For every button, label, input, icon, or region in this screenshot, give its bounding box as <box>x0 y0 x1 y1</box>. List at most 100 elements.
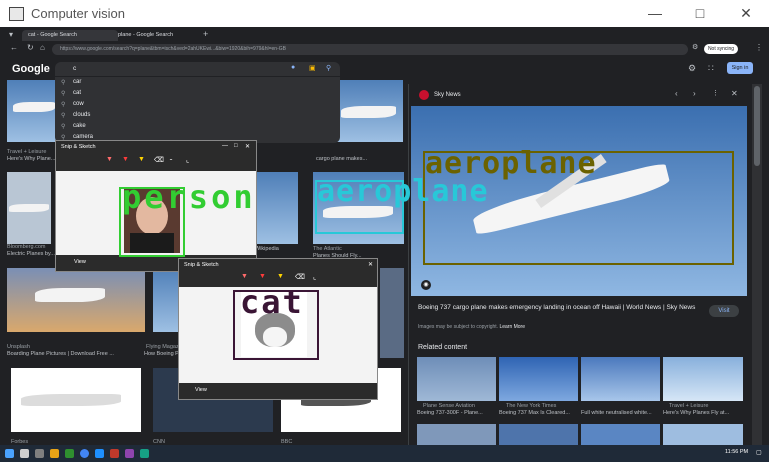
search-icon[interactable] <box>20 449 29 458</box>
app-icon[interactable] <box>140 449 149 458</box>
suggestion-item[interactable]: cake <box>73 123 86 129</box>
notifications-icon[interactable]: ▢ <box>756 449 764 458</box>
image-result[interactable] <box>7 268 145 332</box>
image-result[interactable] <box>333 80 403 142</box>
voice-search-icon[interactable]: ● <box>291 64 295 71</box>
settings-icon[interactable]: ⚙ <box>688 63 696 74</box>
maximize-icon[interactable]: □ <box>690 4 710 22</box>
crop-icon[interactable]: ⌞ <box>186 156 189 164</box>
google-logo[interactable]: Google <box>12 63 50 75</box>
apps-icon[interactable]: ∷ <box>708 63 714 74</box>
learn-more-link[interactable]: Learn More <box>499 324 525 330</box>
pencil-icon[interactable]: ▼ <box>259 273 266 280</box>
related-title[interactable]: Boeing 737-300F - Plane... <box>417 410 496 416</box>
ballpoint-pen-icon[interactable]: ▼ <box>106 156 113 163</box>
crop-icon[interactable]: ⌞ <box>313 273 316 281</box>
image-result[interactable] <box>255 172 298 244</box>
related-title[interactable]: Full white neutralised white... <box>581 410 660 416</box>
clock[interactable]: 11:56 PM <box>725 449 748 455</box>
related-image[interactable] <box>581 357 660 401</box>
related-image[interactable] <box>663 424 743 445</box>
app-window-icon <box>9 7 24 21</box>
view-dropdown[interactable]: View <box>74 259 86 265</box>
result-title[interactable]: Wikipedia <box>255 246 295 252</box>
next-icon[interactable]: › <box>693 89 696 98</box>
eraser-icon[interactable]: ⌫ <box>295 273 305 281</box>
related-image[interactable] <box>417 357 496 401</box>
file-explorer-icon[interactable] <box>50 449 59 458</box>
close-icon[interactable]: ✕ <box>368 261 373 268</box>
related-title[interactable]: Here's Why Planes Fly at... <box>663 410 743 416</box>
lens-icon[interactable]: ◉ <box>421 280 431 290</box>
task-view-icon[interactable] <box>35 449 44 458</box>
image-result[interactable] <box>7 80 56 142</box>
ruler-icon[interactable]: ╴ <box>170 156 174 164</box>
app-icon[interactable] <box>110 449 119 458</box>
pencil-icon[interactable]: ▼ <box>122 156 129 163</box>
image-result[interactable] <box>380 268 404 358</box>
menu-icon[interactable]: ⋮ <box>755 43 763 52</box>
minimize-icon[interactable]: — <box>645 4 665 22</box>
profile-button[interactable]: Not syncing <box>704 44 738 54</box>
extensions-icon[interactable]: ⚙ <box>692 43 698 51</box>
ballpoint-pen-icon[interactable]: ▼ <box>241 273 248 280</box>
search-icon: ⚲ <box>61 102 66 108</box>
visit-button[interactable]: Visit <box>709 305 739 317</box>
maximize-icon[interactable]: □ <box>234 143 238 149</box>
start-icon[interactable] <box>5 449 14 458</box>
address-bar[interactable]: https://www.google.com/search?q=plane&tb… <box>52 44 688 55</box>
related-image[interactable] <box>581 424 660 445</box>
close-icon[interactable]: ✕ <box>736 4 756 22</box>
image-search-icon[interactable]: ▣ <box>309 64 316 72</box>
result-title[interactable]: How Boeing Plane... <box>144 351 181 357</box>
minimize-icon[interactable]: — <box>222 143 228 149</box>
close-preview-icon[interactable]: ✕ <box>731 89 738 98</box>
window-title-bar: Computer vision — □ ✕ <box>0 0 769 27</box>
tab-plane[interactable]: plane - Google Search <box>112 30 208 41</box>
app-icon[interactable] <box>125 449 134 458</box>
result-title[interactable]: Boarding Plane Pictures | Download Free … <box>7 351 145 357</box>
close-icon[interactable]: ✕ <box>245 143 250 150</box>
highlighter-icon[interactable]: ▼ <box>138 156 145 163</box>
chrome-icon[interactable] <box>80 449 89 458</box>
view-dropdown[interactable]: View <box>195 387 207 393</box>
tab-label: cat - Google Search <box>28 32 77 38</box>
google-search-header: Google c ● ▣ ⚲ ⚙ ∷ Sign in <box>0 60 769 77</box>
search-icon[interactable]: ⚲ <box>326 64 331 72</box>
highlighter-icon[interactable]: ▼ <box>277 273 284 280</box>
related-image[interactable] <box>417 424 496 445</box>
new-tab-icon[interactable]: + <box>203 29 208 39</box>
copyright-note: Images may be subject to copyright. Lear… <box>418 324 525 330</box>
sign-in-button[interactable]: Sign in <box>727 62 753 74</box>
prev-icon[interactable]: ‹ <box>675 89 678 98</box>
suggestion-item[interactable]: cow <box>73 101 84 107</box>
related-source: Travel + Leisure <box>669 403 709 409</box>
suggestion-item[interactable]: cat <box>73 90 81 96</box>
image-result[interactable] <box>11 368 141 432</box>
detection-label-aeroplane: aeroplane <box>317 174 489 209</box>
result-title[interactable]: cargo plane makes... <box>316 156 396 162</box>
tab-search-icon[interactable]: ▾ <box>9 30 13 39</box>
suggestion-item[interactable]: car <box>73 79 81 85</box>
app-icon[interactable] <box>95 449 104 458</box>
suggestion-item[interactable]: clouds <box>73 112 90 118</box>
profile-label: Not syncing <box>707 46 735 52</box>
tab-cat[interactable]: cat - Google Search <box>22 30 118 41</box>
home-icon[interactable]: ⌂ <box>40 43 45 52</box>
eraser-icon[interactable]: ⌫ <box>154 156 164 164</box>
related-source: Plane Sense Aviation <box>423 403 475 409</box>
refresh-icon[interactable]: ↻ <box>27 43 34 52</box>
related-image[interactable] <box>499 424 578 445</box>
more-icon[interactable]: ⋮ <box>712 89 719 97</box>
taskbar: 11:56 PM ▢ <box>0 445 769 462</box>
back-icon[interactable]: ← <box>10 43 18 52</box>
preview-title[interactable]: Boeing 737 cargo plane makes emergency l… <box>418 303 708 312</box>
scrollbar-thumb[interactable] <box>754 86 760 166</box>
related-image[interactable] <box>499 357 578 401</box>
search-input[interactable]: c ● ▣ ⚲ <box>55 62 340 76</box>
related-image[interactable] <box>663 357 743 401</box>
related-title[interactable]: Boeing 737 Max Is Cleared... <box>499 410 578 416</box>
app-icon[interactable] <box>65 449 74 458</box>
image-result[interactable] <box>7 172 51 244</box>
search-icon: ⚲ <box>61 124 66 130</box>
